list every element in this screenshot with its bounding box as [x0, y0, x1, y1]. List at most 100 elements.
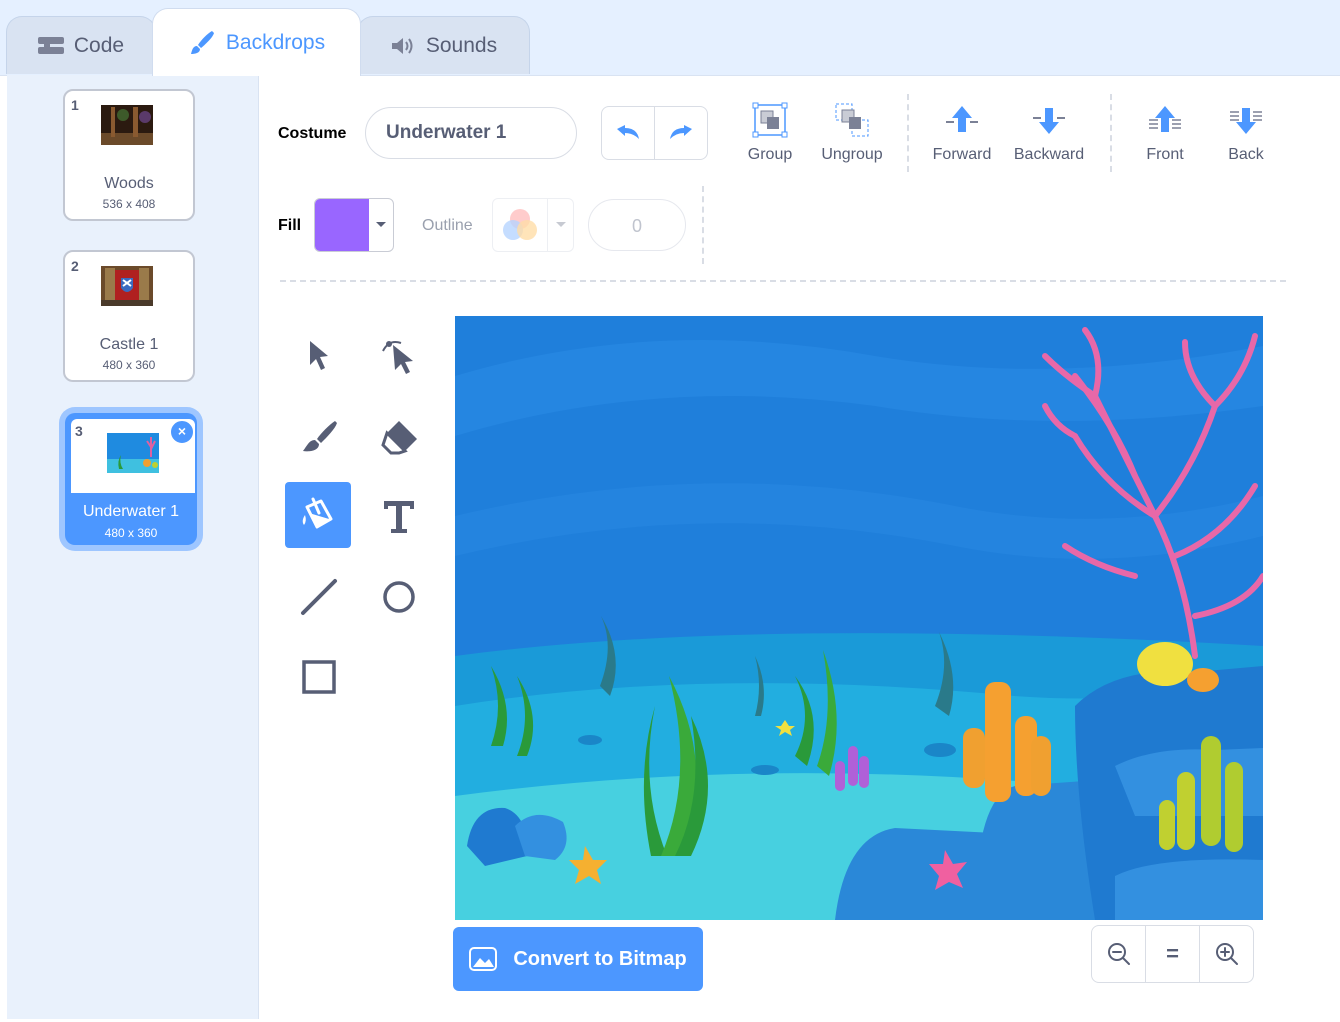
forward-button[interactable]: Forward: [920, 102, 1004, 170]
text-tool[interactable]: [366, 484, 432, 550]
backdrop-size: 536 x 408: [102, 197, 156, 211]
underwater-backdrop-image: [455, 316, 1263, 920]
speaker-icon: [391, 37, 413, 54]
undo-icon: [617, 125, 639, 139]
zoom-controls: =: [1091, 925, 1254, 983]
redo-icon: [670, 125, 692, 139]
outline-color-picker[interactable]: [492, 198, 574, 252]
back-label: Back: [1228, 146, 1264, 163]
front-label: Front: [1146, 146, 1184, 163]
backdrop-name: Castle 1: [99, 336, 159, 353]
rectangle-icon: [302, 660, 336, 694]
line-tool[interactable]: [286, 564, 352, 630]
select-arrow-icon: [310, 341, 328, 370]
code-blocks-icon: [37, 36, 64, 54]
image-icon: [469, 947, 498, 971]
back-button[interactable]: Back: [1204, 102, 1288, 170]
outline-label: Outline: [422, 217, 473, 234]
fill-tool[interactable]: [285, 482, 351, 548]
tab-sounds[interactable]: Sounds: [357, 16, 530, 74]
brush-icon: [303, 421, 337, 452]
zoom-in-icon: [1215, 943, 1238, 965]
group-label: Group: [747, 146, 793, 163]
convert-to-bitmap-label: Convert to Bitmap: [513, 947, 687, 970]
tab-backdrops-label: Backdrops: [225, 30, 326, 54]
zoom-in-button[interactable]: [1199, 926, 1253, 982]
select-tool[interactable]: [286, 322, 352, 388]
outline-width-input[interactable]: 0: [588, 199, 686, 251]
forward-label: Forward: [932, 146, 992, 163]
backdrop-number: 3: [75, 423, 83, 439]
tab-sounds-label: Sounds: [425, 33, 498, 57]
toolbar-divider: [1110, 94, 1112, 172]
backdrop-tile-castle[interactable]: 2 Castle 1 480 x 360: [63, 250, 195, 382]
brush-tool[interactable]: [286, 404, 352, 470]
underwater-thumbnail: [107, 433, 159, 473]
toolbar-separator: [280, 280, 1286, 282]
tab-code-label: Code: [73, 33, 125, 57]
zoom-out-icon: [1107, 943, 1130, 965]
zoom-reset-button[interactable]: =: [1145, 926, 1199, 982]
fill-label: Fill: [278, 217, 302, 234]
undo-button[interactable]: [602, 107, 654, 159]
ungroup-button[interactable]: Ungroup: [810, 102, 894, 170]
eraser-tool[interactable]: [366, 404, 432, 470]
woods-thumbnail: [101, 105, 153, 145]
ungroup-icon: [835, 103, 869, 137]
equals-icon: =: [1166, 941, 1179, 966]
backdrop-tile-woods[interactable]: 1 Woods 536 x 408: [63, 89, 195, 221]
line-icon: [301, 579, 337, 615]
paintbrush-icon: [190, 30, 214, 54]
eraser-icon: [381, 421, 417, 455]
fill-bucket-icon: [302, 497, 333, 529]
reshape-tool[interactable]: [366, 322, 432, 388]
caret-down-icon: [376, 222, 386, 227]
caret-down-icon: [555, 222, 566, 227]
tab-backdrops[interactable]: Backdrops: [152, 8, 361, 76]
close-icon: ×: [177, 423, 187, 439]
backdrop-tile-underwater[interactable]: 3 × Underwater 1 480 x 360: [65, 413, 197, 545]
send-to-back-icon: [1230, 108, 1262, 134]
ungroup-label: Ungroup: [821, 146, 883, 163]
backdrop-size: 480 x 360: [102, 358, 156, 372]
backdrop-list: 1 Woods 536 x 408 2 Castle 1 480 x 360 3: [7, 75, 259, 1019]
arrow-up-icon: [946, 106, 978, 132]
circle-tool[interactable]: [366, 564, 432, 630]
color-circles-icon: [503, 209, 537, 240]
backdrop-name: Underwater 1: [82, 503, 180, 520]
toolbar-divider: [907, 94, 909, 172]
outline-dropdown[interactable]: [547, 199, 573, 251]
zoom-out-button[interactable]: [1092, 926, 1145, 982]
fill-color-swatch: [315, 199, 369, 251]
outline-color-swatch: [493, 199, 547, 251]
delete-backdrop-button[interactable]: ×: [169, 419, 195, 445]
bring-to-front-icon: [1149, 106, 1181, 132]
backward-button[interactable]: Backward: [1007, 102, 1091, 170]
undo-redo-group: [601, 106, 708, 160]
redo-button[interactable]: [654, 107, 707, 159]
reshape-icon: [382, 341, 413, 374]
rectangle-tool[interactable]: [286, 644, 352, 710]
arrow-down-icon: [1033, 108, 1065, 134]
editor-tabs-bar: Code Backdrops Sounds: [0, 0, 1340, 76]
costume-name-input[interactable]: [365, 107, 577, 159]
backward-label: Backward: [1013, 146, 1085, 163]
fill-color-picker[interactable]: [314, 198, 394, 252]
convert-to-bitmap-button[interactable]: Convert to Bitmap: [453, 927, 703, 991]
backdrop-number: 2: [71, 258, 79, 274]
castle-thumbnail: [101, 266, 153, 306]
text-icon: [384, 501, 414, 533]
costume-label: Costume: [278, 125, 347, 142]
group-icon: [752, 102, 788, 138]
backdrop-number: 1: [71, 97, 79, 113]
paint-canvas[interactable]: [455, 316, 1263, 920]
circle-icon: [383, 581, 415, 613]
tab-code[interactable]: Code: [6, 16, 156, 74]
backdrop-name: Woods: [104, 175, 154, 192]
window-edge: [0, 0, 7, 1022]
fill-dropdown[interactable]: [369, 199, 393, 251]
toolbar-divider: [702, 186, 704, 264]
front-button[interactable]: Front: [1123, 102, 1207, 170]
group-button[interactable]: Group: [728, 102, 812, 170]
backdrop-size: 480 x 360: [104, 526, 158, 540]
